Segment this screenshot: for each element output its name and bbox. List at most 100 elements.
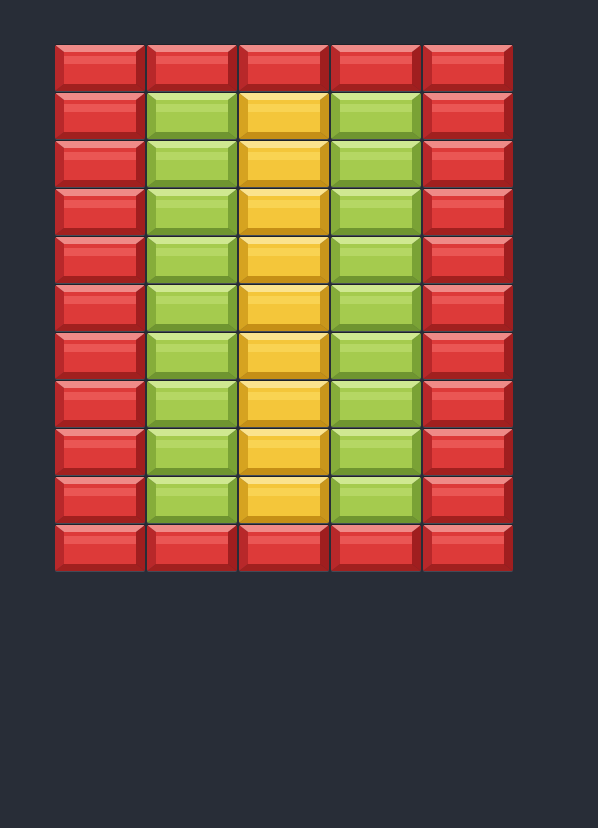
brick-red[interactable] <box>423 525 513 571</box>
brick-bevel-stripe <box>156 200 228 208</box>
brick-red[interactable] <box>55 45 145 91</box>
brick-bevel-rgt <box>504 237 513 283</box>
brick-yellow[interactable] <box>239 93 329 139</box>
brick-yellow[interactable] <box>239 333 329 379</box>
brick-red[interactable] <box>331 525 421 571</box>
brick-bevel-bot <box>239 468 329 475</box>
brick-body <box>331 93 421 139</box>
brick-bevel-lft <box>331 189 340 235</box>
brick-red[interactable] <box>423 381 513 427</box>
brick-green[interactable] <box>331 429 421 475</box>
brick-red[interactable] <box>55 285 145 331</box>
brick-red[interactable] <box>239 525 329 571</box>
brick-red[interactable] <box>55 429 145 475</box>
brick-bevel-bot <box>55 180 145 187</box>
brick-bevel-stripe <box>156 56 228 64</box>
brick-yellow[interactable] <box>239 429 329 475</box>
brick-yellow[interactable] <box>239 189 329 235</box>
brick-yellow[interactable] <box>239 141 329 187</box>
brick-body <box>423 333 513 379</box>
brick-bevel-lft <box>55 141 64 187</box>
brick-green[interactable] <box>147 429 237 475</box>
brick-bevel-top <box>423 525 513 532</box>
brick-red[interactable] <box>423 93 513 139</box>
brick-bevel-rgt <box>412 429 421 475</box>
brick-green[interactable] <box>147 237 237 283</box>
brick-bevel-lft <box>423 429 432 475</box>
brick-green[interactable] <box>331 237 421 283</box>
brick-yellow[interactable] <box>239 237 329 283</box>
brick-green[interactable] <box>331 477 421 523</box>
brick-bevel-top <box>239 45 329 52</box>
brick-body <box>423 525 513 571</box>
brick-red[interactable] <box>55 189 145 235</box>
brick-bevel-stripe <box>156 104 228 112</box>
brick-red[interactable] <box>423 45 513 91</box>
brick-body <box>55 477 145 523</box>
brick-red[interactable] <box>423 333 513 379</box>
brick-bevel-top <box>423 381 513 388</box>
brick-red[interactable] <box>147 525 237 571</box>
brick-bevel-top <box>55 237 145 244</box>
brick-bevel-rgt <box>412 45 421 91</box>
brick-body <box>239 237 329 283</box>
brick-body <box>55 141 145 187</box>
brick-bevel-rgt <box>228 525 237 571</box>
brick-green[interactable] <box>331 189 421 235</box>
brick-bevel-stripe <box>432 152 504 160</box>
brick-red[interactable] <box>423 189 513 235</box>
brick-red[interactable] <box>423 429 513 475</box>
brick-bevel-lft <box>423 237 432 283</box>
brick-red[interactable] <box>423 141 513 187</box>
brick-bevel-lft <box>55 381 64 427</box>
brick-bevel-bot <box>423 468 513 475</box>
brick-green[interactable] <box>331 285 421 331</box>
brick-bevel-lft <box>147 93 156 139</box>
brick-bevel-lft <box>239 189 248 235</box>
brick-red[interactable] <box>423 477 513 523</box>
brick-red[interactable] <box>55 141 145 187</box>
brick-green[interactable] <box>331 93 421 139</box>
brick-bevel-lft <box>55 429 64 475</box>
brick-green[interactable] <box>147 381 237 427</box>
brick-red[interactable] <box>147 45 237 91</box>
brick-green[interactable] <box>331 141 421 187</box>
brick-bevel-stripe <box>64 488 136 496</box>
brick-red[interactable] <box>423 237 513 283</box>
brick-bevel-rgt <box>228 333 237 379</box>
brick-green[interactable] <box>147 477 237 523</box>
brick-green[interactable] <box>147 333 237 379</box>
brick-red[interactable] <box>239 45 329 91</box>
brick-green[interactable] <box>331 333 421 379</box>
brick-yellow[interactable] <box>239 285 329 331</box>
brick-body <box>423 285 513 331</box>
brick-red[interactable] <box>55 477 145 523</box>
brick-body <box>331 381 421 427</box>
brick-red[interactable] <box>423 285 513 331</box>
brick-red[interactable] <box>55 525 145 571</box>
brick-body <box>331 141 421 187</box>
brick-bevel-rgt <box>136 477 145 523</box>
brick-bevel-bot <box>239 132 329 139</box>
brick-bevel-top <box>331 477 421 484</box>
brick-yellow[interactable] <box>239 381 329 427</box>
brick-red[interactable] <box>55 333 145 379</box>
brick-green[interactable] <box>147 285 237 331</box>
brick-bevel-stripe <box>156 440 228 448</box>
brick-green[interactable] <box>147 141 237 187</box>
brick-green[interactable] <box>147 189 237 235</box>
brick-red[interactable] <box>55 93 145 139</box>
brick-green[interactable] <box>147 93 237 139</box>
brick-red[interactable] <box>331 45 421 91</box>
brick-yellow[interactable] <box>239 477 329 523</box>
brick-body <box>423 189 513 235</box>
brick-bevel-stripe <box>432 104 504 112</box>
brick-bevel-stripe <box>432 56 504 64</box>
brick-body <box>147 381 237 427</box>
brick-bevel-bot <box>423 132 513 139</box>
brick-body <box>239 93 329 139</box>
brick-red[interactable] <box>55 237 145 283</box>
brick-red[interactable] <box>55 381 145 427</box>
brick-bevel-top <box>239 429 329 436</box>
brick-green[interactable] <box>331 381 421 427</box>
